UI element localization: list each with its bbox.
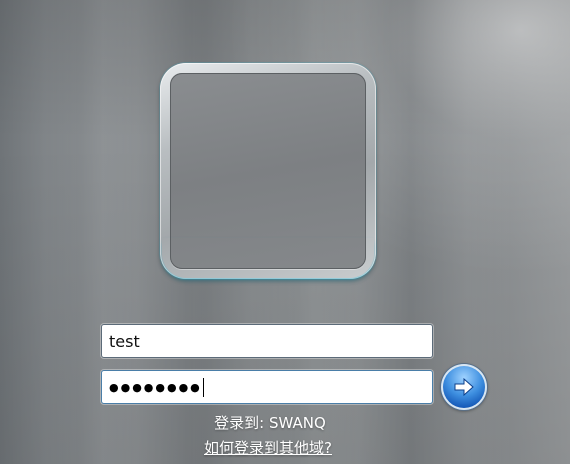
submit-login-button[interactable] [441, 364, 487, 410]
other-domain-link[interactable]: 如何登录到其他域? [0, 437, 536, 458]
arrow-right-icon [454, 377, 474, 397]
text-caret [202, 377, 204, 397]
username-input[interactable]: test [101, 324, 433, 358]
username-value: test [109, 331, 140, 351]
logon-to-domain-label: 登录到: SWANQ [214, 414, 326, 432]
user-picture-frame [160, 63, 376, 279]
user-picture-placeholder [170, 73, 366, 269]
password-input[interactable]: ●●●●●●●● [101, 370, 433, 404]
password-value: ●●●●●●●● [109, 380, 202, 394]
